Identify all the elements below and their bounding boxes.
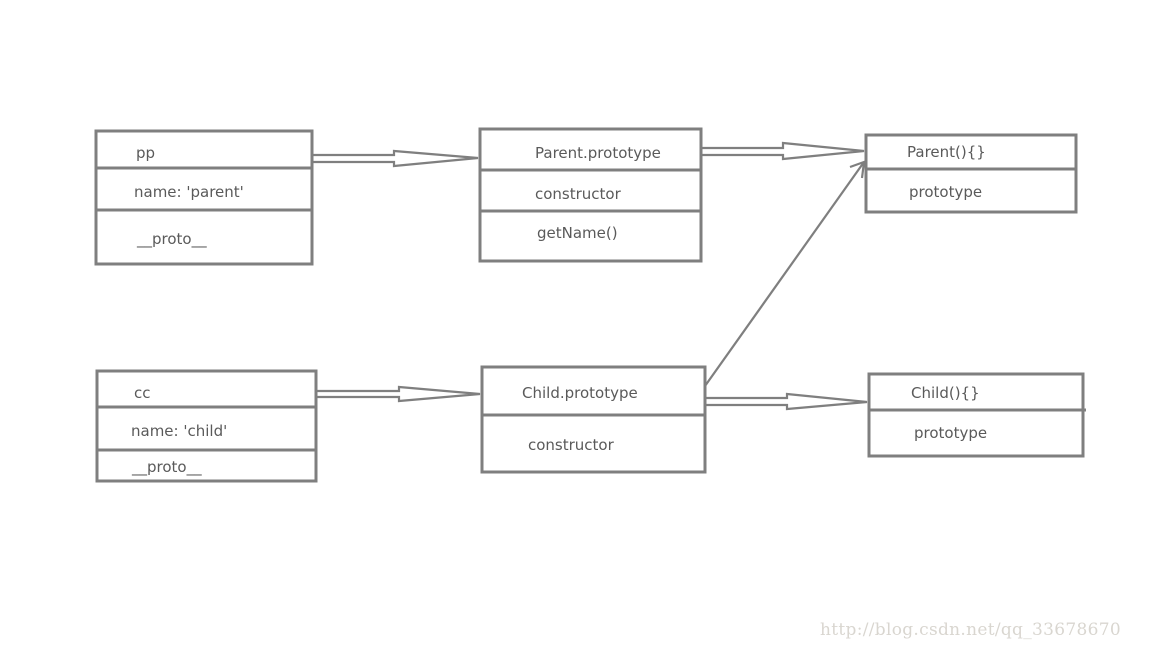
edge-cc-to-child-prototype (317, 385, 481, 403)
node-child-fn-prototype: prototype (914, 424, 987, 442)
node-cc: cc name: 'child' __proto__ (95, 369, 318, 483)
watermark: http://blog.csdn.net/qq_33678670 (820, 620, 1121, 640)
node-child-prototype-constructor: constructor (528, 436, 615, 454)
node-child-fn: Child(){} prototype (867, 372, 1086, 458)
node-parent-prototype-getname: getName() (537, 224, 618, 242)
node-parent-prototype-title: Parent.prototype (535, 144, 661, 162)
node-cc-title: cc (134, 384, 151, 402)
node-pp-name-field: name: 'parent' (134, 183, 244, 201)
node-cc-name-field: name: 'child' (131, 422, 227, 440)
edge-parent-prototype-to-parent-fn (702, 141, 865, 161)
edge-pp-to-parent-prototype (313, 149, 479, 168)
edge-child-prototype-to-child-fn (706, 392, 868, 411)
node-pp: pp name: 'parent' __proto__ (94, 129, 314, 266)
node-pp-proto-field: __proto__ (136, 230, 207, 249)
node-parent-prototype-constructor: constructor (535, 185, 622, 203)
node-parent-fn: Parent(){} prototype (864, 133, 1078, 214)
node-parent-fn-prototype: prototype (909, 183, 982, 201)
prototype-diagram: pp name: 'parent' __proto__ Parent.proto… (94, 127, 1121, 640)
node-pp-title: pp (136, 144, 155, 162)
node-child-prototype-frame (480, 365, 707, 474)
node-child-prototype-title: Child.prototype (522, 384, 638, 402)
edge-child-prototype-to-parent-fn (704, 160, 866, 387)
node-child-prototype: Child.prototype constructor (480, 365, 707, 474)
node-cc-proto-field: __proto__ (131, 458, 202, 477)
edge-line (704, 161, 865, 387)
node-parent-fn-title: Parent(){} (907, 143, 986, 161)
node-child-fn-title: Child(){} (911, 384, 980, 402)
node-parent-prototype: Parent.prototype constructor getName() (478, 127, 703, 263)
